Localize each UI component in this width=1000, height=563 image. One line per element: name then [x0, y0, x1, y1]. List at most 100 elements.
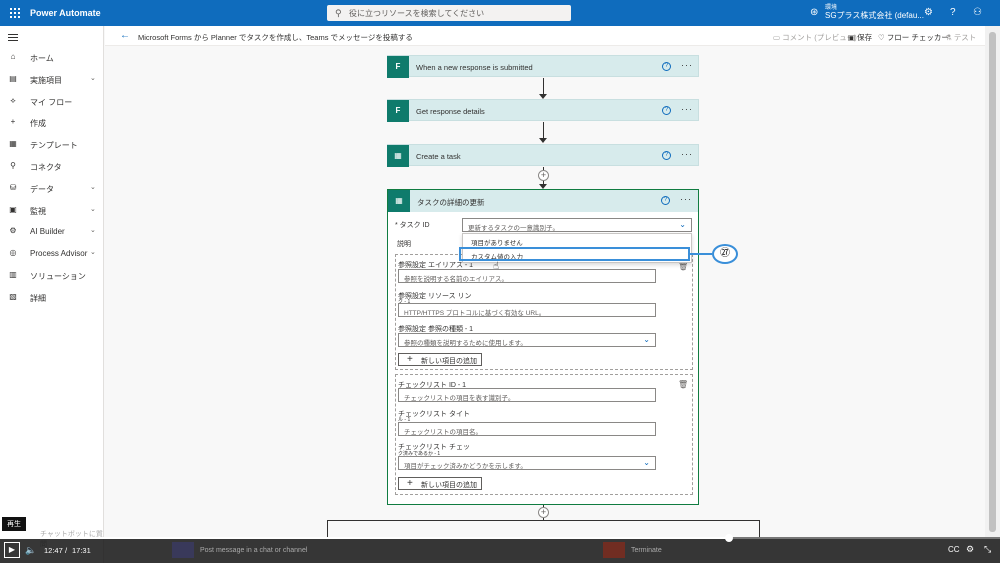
back-arrow-icon[interactable]: ← — [120, 30, 130, 41]
play-button[interactable]: ▶ — [4, 542, 20, 558]
app-title[interactable]: Power Automate — [30, 8, 101, 18]
reference-resource-field[interactable]: HTTP/HTTPS プロトコルに基づく有効な URL。 — [398, 303, 656, 317]
plus-icon: + — [10, 117, 16, 127]
ai-builder-icon: ⚙ — [9, 226, 17, 236]
sidebar-item[interactable]: ▤ 実施項目 ⌄ — [0, 70, 104, 90]
arrow-down-icon — [539, 138, 547, 143]
sidebar-item[interactable]: ⛁ データ ⌄ — [0, 179, 104, 199]
trash-icon[interactable]: 🗑 — [678, 262, 688, 271]
search-input[interactable]: ⚲ 役に立つリソースを検索してください — [327, 5, 571, 21]
more-options-icon[interactable]: ··· — [681, 60, 693, 70]
sidebar-item-label: 作成 — [30, 119, 46, 129]
callout-line — [690, 253, 712, 255]
placeholder: チェックリストの項目名。 — [404, 429, 482, 436]
add-label: 新しい項目の追加 — [421, 482, 477, 489]
account-icon[interactable]: ⚇ — [973, 7, 982, 18]
add-checklist-button[interactable]: + 新しい項目の追加 — [398, 477, 482, 490]
flow-step-create-task[interactable]: ▦ Create a task ? ··· — [387, 144, 699, 167]
bottom-step-terminate: Terminate — [631, 547, 662, 554]
sidebar-item-label: ホーム — [30, 54, 54, 63]
captions-icon[interactable]: CC — [948, 545, 960, 554]
chevron-down-icon[interactable]: ⌄ — [90, 205, 96, 213]
command-bar: ← Microsoft Forms から Planner でタスクを作成し、Te… — [105, 26, 985, 46]
solution-icon: ▥ — [9, 270, 17, 279]
sidebar-item-label: 監視 — [30, 206, 46, 216]
task-id-label: * タスク ID — [395, 222, 430, 229]
help-icon[interactable]: ? — [950, 7, 956, 18]
help-circle-icon[interactable]: ? — [662, 62, 671, 71]
vertical-scrollbar[interactable] — [985, 26, 1000, 537]
time-separator: / — [65, 546, 68, 555]
sidebar-item-label: Process Advisor — [30, 249, 88, 259]
chevron-down-icon: ⌄ — [643, 335, 650, 344]
save-button[interactable]: ▣ 保存 — [848, 32, 872, 43]
template-icon: ▦ — [9, 139, 17, 149]
reference-type-dropdown[interactable]: 参照の種類を説明するために使用します。 ⌄ — [398, 333, 656, 347]
comment-label: コメント (プレビュー) — [782, 33, 857, 42]
menu-option-no-items[interactable]: 項目がありません — [471, 237, 523, 247]
sidebar-item[interactable]: ▥ ソリューション — [0, 266, 104, 286]
process-advisor-icon: ◎ — [9, 248, 17, 258]
home-icon: ⌂ — [10, 52, 16, 61]
sidebar-item[interactable]: ⟡ マイ フロー — [0, 92, 104, 112]
checklist-title-field[interactable]: チェックリストの項目名。 — [398, 422, 656, 436]
save-label: 保存 — [857, 33, 873, 42]
time-current: 12:47 — [44, 546, 63, 555]
sidebar-item[interactable]: ▦ テンプレート — [0, 135, 104, 155]
more-options-icon[interactable]: ··· — [681, 149, 693, 159]
top-bar: Power Automate ⚲ 役に立つリソースを検索してください ⊛ 環境 … — [0, 0, 1000, 26]
step-title: Create a task — [416, 152, 461, 161]
fullscreen-exit-icon[interactable]: ⤡ — [984, 544, 991, 555]
checklist-id-field[interactable]: チェックリストの項目を表す識別子。 — [398, 388, 656, 402]
chevron-down-icon[interactable]: ⌄ — [90, 74, 96, 82]
flow-step-trigger[interactable]: F When a new response is submitted ? ··· — [387, 55, 699, 78]
hamburger-icon[interactable] — [8, 34, 18, 43]
environment-picker[interactable]: 環境 SGプラス株式会社 (defau... — [825, 4, 924, 21]
scrollbar-thumb[interactable] — [989, 32, 996, 532]
action-header[interactable]: ▦ タスクの詳細の更新 ? ··· — [388, 190, 698, 212]
connector-icon: ⚲ — [10, 161, 16, 170]
chevron-down-icon[interactable]: ⌄ — [90, 183, 96, 191]
task-id-dropdown[interactable]: 更新するタスクの一意識別子。 ⌄ — [462, 218, 692, 232]
sidebar-item[interactable]: ◎ Process Advisor ⌄ — [0, 244, 104, 264]
sidebar: ⌂ ホーム ▤ 実施項目 ⌄ ⟡ マイ フロー + 作成 ▦ テンプレート ⚲ コネクタ ⛁ データ ⌄ ▣ 監視… — [0, 26, 104, 563]
chevron-down-icon: ⌄ — [643, 458, 650, 467]
sidebar-item[interactable]: ⚙ AI Builder ⌄ — [0, 222, 104, 242]
checklist-checked-dropdown[interactable]: 項目がチェック済みかどうかを示します。 ⌄ — [398, 456, 656, 470]
sidebar-item-label: テンプレート — [30, 141, 78, 151]
video-progress-bar[interactable] — [0, 534, 1000, 542]
branch-line-left — [327, 520, 328, 537]
settings-gear-icon[interactable]: ⚙ — [966, 544, 974, 555]
sidebar-item[interactable]: + 作成 — [0, 113, 104, 133]
step-number-badge: ㉗ — [712, 244, 738, 264]
insert-step-button[interactable]: + — [538, 507, 549, 518]
help-circle-icon[interactable]: ? — [662, 106, 671, 115]
placeholder: 項目がチェック済みかどうかを示します。 — [404, 463, 527, 470]
insert-step-button[interactable]: + — [538, 170, 549, 181]
add-reference-button[interactable]: + 新しい項目の追加 — [398, 353, 482, 366]
volume-icon[interactable]: 🔈 — [25, 545, 36, 556]
video-progress-handle[interactable] — [725, 534, 733, 542]
comment-button[interactable]: ▭ コメント (プレビュー) — [773, 32, 857, 43]
settings-icon[interactable]: ⚙ — [924, 7, 933, 18]
chevron-down-icon[interactable]: ⌄ — [90, 226, 96, 234]
reference-alias-field[interactable]: 参照を説明する名前のエイリアス。 — [398, 269, 656, 283]
flow-checker-button[interactable]: ♡ フロー チェッカー — [878, 32, 949, 43]
play-tooltip: 再生 — [2, 517, 26, 531]
branch-line-right — [759, 520, 760, 537]
sidebar-item[interactable]: ▣ 監視 ⌄ — [0, 201, 104, 221]
trash-icon[interactable]: 🗑 — [678, 380, 688, 389]
more-options-icon[interactable]: ··· — [681, 104, 693, 114]
help-circle-icon[interactable]: ? — [661, 196, 670, 205]
connector-line — [543, 122, 544, 139]
app-launcher-icon[interactable] — [10, 8, 20, 18]
more-options-icon[interactable]: ··· — [680, 194, 692, 204]
plus-icon: + — [407, 478, 413, 489]
help-circle-icon[interactable]: ? — [662, 151, 671, 160]
sidebar-item[interactable]: ⌂ ホーム — [0, 48, 104, 68]
test-button[interactable]: ⚗ テスト — [945, 32, 976, 43]
sidebar-item[interactable]: ▧ 詳細 — [0, 288, 104, 308]
sidebar-item[interactable]: ⚲ コネクタ — [0, 157, 104, 177]
flow-step-get-details[interactable]: F Get response details ? ··· — [387, 99, 699, 122]
chevron-down-icon[interactable]: ⌄ — [90, 248, 96, 256]
